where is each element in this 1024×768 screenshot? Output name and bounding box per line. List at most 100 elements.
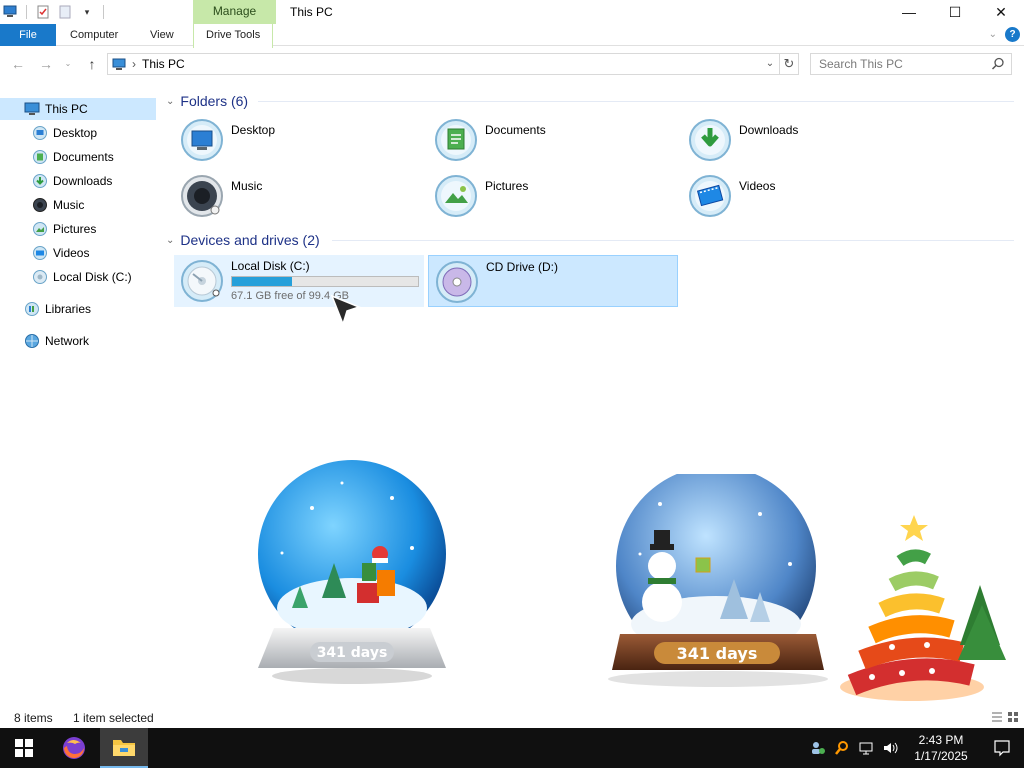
tab-computer[interactable]: Computer [58,24,130,46]
people-icon[interactable] [806,728,830,768]
search-placeholder: Search This PC [819,57,903,71]
taskbar: 2:43 PM 1/17/2025 [0,728,1024,768]
clock-time: 2:43 PM [918,733,964,747]
folders-group-header[interactable]: ⌄ Folders (6) [166,91,248,111]
volume-icon[interactable] [878,728,902,768]
drive-local-disk-c[interactable]: Local Disk (C:) 67.1 GB free of 99.4 GB [174,255,424,307]
documents-folder-icon [435,119,477,161]
tab-view[interactable]: View [138,24,186,46]
search-tray-icon[interactable] [830,728,854,768]
expand-ribbon-chevron-icon[interactable]: ⌄ [989,29,997,40]
sidebar-item-label: Downloads [53,174,113,188]
help-icon[interactable]: ? [1005,27,1020,42]
ribbon-tabs: File Computer View Drive Tools ⌄ ? [0,24,1024,76]
search-icon [991,57,1004,70]
sidebar-item-music[interactable]: Music [32,194,84,216]
folder-videos[interactable]: Videos [668,172,918,222]
breadcrumb-separator[interactable]: › [132,57,136,71]
pictures-folder-icon [435,175,477,217]
chevron-down-icon: ⌄ [166,234,175,246]
minimize-button[interactable]: — [886,0,932,24]
sidebar-item-local-disk[interactable]: Local Disk (C:) [32,266,132,288]
title-bar: ▾ Manage This PC — ☐ ✕ [0,0,1024,24]
search-input[interactable]: Search This PC [810,53,1012,75]
taskbar-firefox[interactable] [50,728,98,768]
quick-access-toolbar: ▾ [0,0,106,24]
folder-documents[interactable]: Documents [414,116,664,166]
view-buttons [990,710,1020,724]
sidebar-item-label: This PC [45,102,88,116]
sidebar-item-this-pc[interactable]: This PC [0,98,156,120]
hard-drive-icon [32,269,48,285]
recent-locations-chevron-icon[interactable]: ⌄ [58,54,78,74]
manage-context-tab[interactable]: Manage [193,0,276,24]
sidebar-item-pictures[interactable]: Pictures [32,218,96,240]
navigation-bar: ← → ⌄ ↑ › This PC ⌄ ↻ Search This PC [0,48,1024,80]
drives-group-title: Devices and drives (2) [180,232,320,248]
customize-toolbar-chevron-icon[interactable]: ▾ [79,4,95,20]
start-button[interactable] [0,728,48,768]
sidebar-item-label: Network [45,334,90,348]
drive-cd-d[interactable]: CD Drive (D:) [428,255,678,307]
folder-desktop[interactable]: Desktop [160,116,410,166]
up-arrow-icon[interactable]: ↑ [82,54,102,74]
tab-file[interactable]: File [0,24,56,46]
address-dropdown-icon[interactable]: ⌄ [763,56,777,72]
refresh-icon[interactable]: ↻ [780,53,799,75]
windows-logo-icon [15,739,33,757]
folder-label: Videos [739,179,776,193]
notification-icon [994,740,1010,757]
maximize-icon: ☐ [948,3,962,20]
countdown-left-text: 341 days [317,645,388,661]
pictures-folder-icon [32,221,48,237]
large-icons-view-icon[interactable] [1006,710,1020,724]
sidebar-item-libraries[interactable]: Libraries [24,298,91,320]
folder-music[interactable]: Music [160,172,410,222]
folder-downloads[interactable]: Downloads [668,116,918,166]
folder-pictures[interactable]: Pictures [414,172,664,222]
new-folder-icon[interactable] [57,4,73,20]
minimize-icon: — [902,4,916,20]
forward-arrow-icon[interactable]: → [36,54,56,74]
sidebar-item-downloads[interactable]: Downloads [32,170,112,192]
sidebar-item-desktop[interactable]: Desktop [32,122,97,144]
ribbon-right-controls: ⌄ ? [989,27,1020,42]
clock[interactable]: 2:43 PM 1/17/2025 [902,732,980,764]
breadcrumb-this-pc[interactable]: This PC [142,57,185,71]
address-bar[interactable]: › This PC ⌄ [107,53,780,75]
cd-drive-icon [436,261,478,303]
documents-folder-icon [32,149,48,165]
system-tray: 2:43 PM 1/17/2025 [806,728,1024,768]
disk-usage-bar [231,276,419,287]
drives-group-header[interactable]: ⌄ Devices and drives (2) [166,230,320,250]
close-button[interactable]: ✕ [978,0,1024,24]
taskbar-file-explorer[interactable] [100,728,148,768]
sidebar-item-label: Documents [53,150,114,164]
sidebar-item-videos[interactable]: Videos [32,242,89,264]
sidebar-item-label: Music [53,198,85,212]
clock-date: 1/17/2025 [914,749,968,763]
status-item-count: 8 items [14,711,53,725]
properties-icon[interactable] [35,4,51,20]
desktop-folder-icon [181,119,223,161]
sidebar-item-label: Local Disk (C:) [53,270,132,284]
network-status-icon[interactable] [854,728,878,768]
desktop-folder-icon [32,125,48,141]
action-center-button[interactable] [980,728,1024,768]
details-view-icon[interactable] [990,710,1004,724]
music-folder-icon [32,197,48,213]
sidebar-item-label: Videos [53,246,90,260]
folder-label: Desktop [231,123,276,137]
desktop-decorations: 341 days 341 days [0,440,1024,710]
sidebar-item-network[interactable]: Network [24,330,89,352]
folders-group-title: Folders (6) [180,93,249,109]
status-selection: 1 item selected [73,711,154,725]
hard-drive-icon [181,260,223,302]
downloads-folder-icon [689,119,731,161]
computer-icon[interactable] [2,4,18,20]
libraries-icon [24,301,40,317]
sidebar-item-documents[interactable]: Documents [32,146,114,168]
maximize-button[interactable]: ☐ [932,0,978,24]
mouse-cursor-icon [330,294,362,327]
back-arrow-icon[interactable]: ← [8,54,28,74]
